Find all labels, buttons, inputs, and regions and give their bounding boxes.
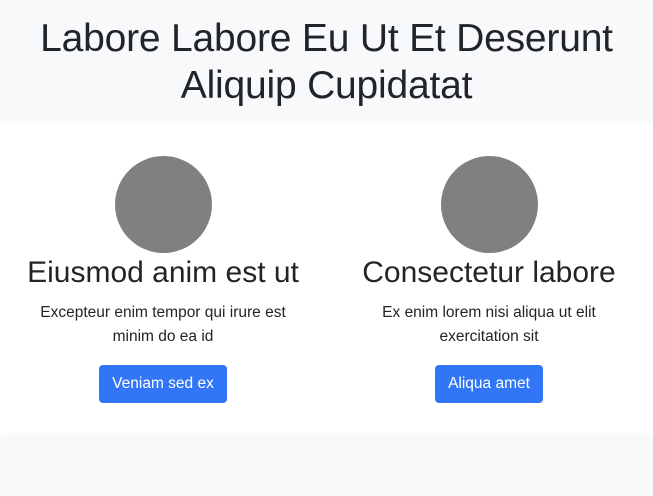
feature-card: Eiusmod anim est ut Excepteur enim tempo… <box>0 156 326 403</box>
page-footer <box>0 433 653 496</box>
feature-text: Ex enim lorem nisi aliqua ut elit exerci… <box>382 304 596 345</box>
features-section: Eiusmod anim est ut Excepteur enim tempo… <box>0 123 653 433</box>
feature-text: Excepteur enim tempor qui irure est mini… <box>40 304 286 345</box>
feature-heading: Consectetur labore <box>362 256 616 289</box>
page-header: Labore Labore Eu Ut Et Deserunt Aliquip … <box>0 0 653 123</box>
veniam-sed-ex-button[interactable]: Veniam sed ex <box>99 365 227 403</box>
avatar-placeholder <box>114 156 212 253</box>
aliqua-amet-button[interactable]: Aliqua amet <box>435 365 543 403</box>
avatar-placeholder <box>440 156 538 253</box>
feature-card: Consectetur labore Ex enim lorem nisi al… <box>326 156 652 403</box>
feature-heading: Eiusmod anim est ut <box>27 256 299 289</box>
page-title: Labore Labore Eu Ut Et Deserunt Aliquip … <box>40 16 613 107</box>
